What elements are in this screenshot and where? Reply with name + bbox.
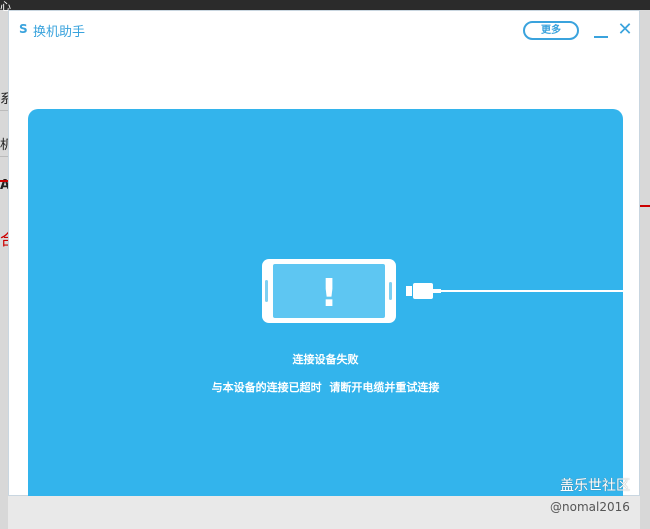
app-title: 换机助手 xyxy=(33,25,86,40)
more-button[interactable]: 更多 xyxy=(523,21,579,40)
watermark-site: 盖乐世社区 xyxy=(560,478,630,494)
close-button[interactable]: ✕ xyxy=(617,21,633,39)
title-bar[interactable]: S 换机助手 更多 ✕ xyxy=(9,11,639,51)
app-logo-icon: S xyxy=(19,22,28,36)
phone-error-icon: ! xyxy=(262,259,396,323)
usb-cable-icon xyxy=(406,283,623,299)
background-app-bar xyxy=(0,0,650,10)
minimize-button[interactable] xyxy=(593,23,609,39)
error-mark: ! xyxy=(320,271,337,315)
status-description: 与本设备的连接已超时 请断开电缆并重试连接 xyxy=(211,381,440,394)
background-footer xyxy=(8,496,640,529)
connection-status-panel: ! 连接设备失败 与本设备的连接已超时 请断开电缆并重试连接 xyxy=(28,109,623,501)
status-title: 连接设备失败 xyxy=(292,353,359,366)
smart-switch-window: S 换机助手 更多 ✕ ! 连接设备失败 与本设备的连接已超时 请断开电缆并重试… xyxy=(8,10,640,501)
watermark-user: @nomal2016 xyxy=(550,500,630,514)
